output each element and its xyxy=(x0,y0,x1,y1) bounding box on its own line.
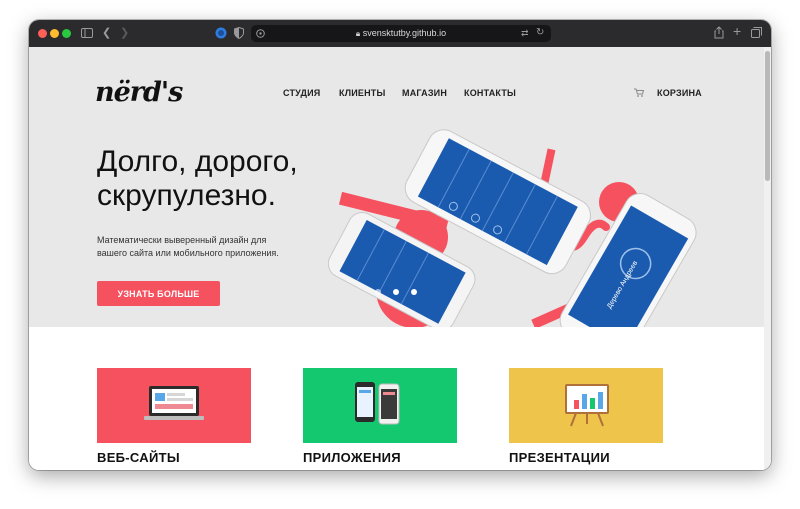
service-card-websites[interactable] xyxy=(97,368,251,443)
service-title-presentations[interactable]: ПРЕЗЕНТАЦИИ xyxy=(509,450,610,465)
privacy-shield-icon[interactable] xyxy=(234,27,244,39)
service-card-presentations[interactable] xyxy=(509,368,663,443)
nav-contacts[interactable]: КОНТАКТЫ xyxy=(464,88,516,98)
page-scrollbar[interactable] xyxy=(764,47,771,470)
browser-window: ❮ ❯ 🔒︎ svensktutby.github.io ⇄ ↻ + nërd'… xyxy=(29,20,771,470)
site-logo[interactable]: nërd's xyxy=(95,77,183,108)
close-window-button[interactable] xyxy=(38,29,47,38)
nav-clients[interactable]: КЛИЕНТЫ xyxy=(339,88,386,98)
nav-studio[interactable]: СТУДИЯ xyxy=(283,88,320,98)
lock-icon: 🔒︎ xyxy=(355,29,361,38)
reload-icon[interactable]: ↻ xyxy=(536,27,544,38)
cart-icon[interactable] xyxy=(634,88,644,97)
zoom-window-button[interactable] xyxy=(62,29,71,38)
browser-toolbar: ❮ ❯ 🔒︎ svensktutby.github.io ⇄ ↻ + xyxy=(29,20,771,47)
share-icon[interactable] xyxy=(714,26,724,39)
learn-more-button[interactable]: УЗНАТЬ БОЛЬШЕ xyxy=(97,281,220,306)
address-bar[interactable]: 🔒︎ svensktutby.github.io ⇄ ↻ xyxy=(251,25,551,42)
presentation-board-icon xyxy=(565,384,609,427)
extension-globe-icon[interactable] xyxy=(215,27,227,39)
slider-dot-2[interactable] xyxy=(393,289,399,295)
scrollbar-thumb[interactable] xyxy=(765,51,770,181)
hero-illustration: Дерево Андреев xyxy=(327,129,697,327)
new-tab-icon[interactable]: + xyxy=(733,24,741,38)
sidebar-icon[interactable] xyxy=(81,28,93,38)
service-title-websites[interactable]: ВЕБ-САЙТЫ xyxy=(97,450,180,465)
red-bar-vertical xyxy=(540,148,556,184)
forward-icon[interactable]: ❯ xyxy=(120,27,129,39)
translate-icon[interactable]: ⇄ xyxy=(521,28,529,39)
laptop-icon xyxy=(144,386,204,420)
service-card-apps[interactable] xyxy=(303,368,457,443)
slider-dot-1[interactable] xyxy=(375,289,381,295)
cart-link[interactable]: КОРЗИНА xyxy=(657,88,702,98)
url-text: 🔒︎ svensktutby.github.io xyxy=(355,28,447,38)
slider-dot-3[interactable] xyxy=(411,289,417,295)
phones-icon xyxy=(355,382,400,425)
minimize-window-button[interactable] xyxy=(50,29,59,38)
nav-shop[interactable]: МАГАЗИН xyxy=(402,88,447,98)
tab-overview-icon[interactable] xyxy=(751,27,762,38)
hero-subtext: Математически выверенный дизайн для ваше… xyxy=(97,235,279,258)
hero-section: nërd's СТУДИЯ КЛИЕНТЫ МАГАЗИН КОНТАКТЫ К… xyxy=(29,47,764,327)
service-title-apps[interactable]: ПРИЛОЖЕНИЯ xyxy=(303,450,401,465)
back-icon[interactable]: ❮ xyxy=(102,27,111,39)
